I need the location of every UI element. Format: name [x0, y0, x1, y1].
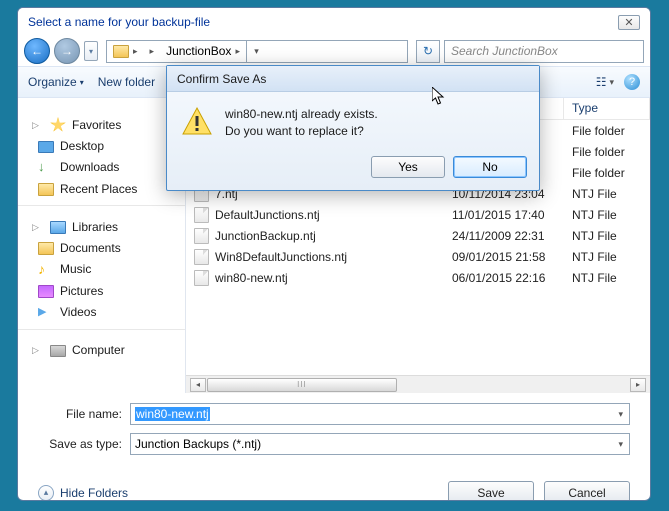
- sidebar-music[interactable]: Music: [18, 258, 185, 280]
- scroll-right-arrow[interactable]: ▸: [630, 378, 646, 392]
- file-date: 11/01/2015 17:40: [444, 208, 564, 222]
- col-type[interactable]: Type: [564, 98, 650, 119]
- music-icon: [38, 261, 54, 277]
- back-button[interactable]: ←: [24, 38, 50, 64]
- file-type: File folder: [564, 166, 650, 180]
- libraries-group[interactable]: ▷Libraries: [18, 216, 185, 237]
- close-button[interactable]: ✕: [618, 15, 640, 30]
- window-title: Select a name for your backup-file: [28, 15, 210, 29]
- organize-menu[interactable]: Organize▾: [28, 75, 84, 89]
- dialog-message: win80-new.ntj already exists. Do you wan…: [225, 106, 378, 140]
- file-name: JunctionBackup.ntj: [215, 229, 316, 243]
- yes-button[interactable]: Yes: [371, 156, 445, 178]
- sidebar-desktop[interactable]: Desktop: [18, 136, 185, 156]
- form-area: File name: win80-new.ntj Save as type: J…: [18, 393, 650, 471]
- documents-icon: [38, 242, 54, 255]
- horizontal-scrollbar[interactable]: ◂ III ▸: [186, 375, 650, 393]
- refresh-button[interactable]: ↻: [416, 40, 440, 63]
- star-icon: [50, 117, 66, 133]
- file-row[interactable]: JunctionBackup.ntj 24/11/2009 22:31NTJ Fi…: [186, 225, 650, 246]
- cancel-button[interactable]: Cancel: [544, 481, 630, 501]
- file-name: Win8DefaultJunctions.ntj: [215, 250, 347, 264]
- address-bar[interactable]: ▸ ▸ JunctionBox ▸ ▾: [106, 40, 408, 63]
- nav-bar: ← → ▾ ▸ ▸ JunctionBox ▸ ▾ ↻ Search Junct…: [18, 36, 650, 66]
- file-type: NTJ File: [564, 271, 650, 285]
- hide-folders-button[interactable]: ▴ Hide Folders: [38, 485, 128, 501]
- sidebar-pictures[interactable]: Pictures: [18, 280, 185, 301]
- confirm-dialog: Confirm Save As win80-new.ntj already ex…: [166, 65, 540, 191]
- file-type: NTJ File: [564, 208, 650, 222]
- search-input[interactable]: Search JunctionBox: [444, 40, 644, 63]
- type-select[interactable]: Junction Backups (*.ntj): [130, 433, 630, 455]
- nav-history-chevron[interactable]: ▾: [84, 41, 98, 61]
- favorites-group[interactable]: ▷Favorites: [18, 114, 185, 136]
- filename-input[interactable]: win80-new.ntj: [130, 403, 630, 425]
- sidebar-downloads[interactable]: Downloads: [18, 156, 185, 178]
- folder-icon: [113, 45, 129, 58]
- filename-label: File name:: [38, 407, 130, 421]
- file-row[interactable]: DefaultJunctions.ntj 11/01/2015 17:40NTJ …: [186, 204, 650, 225]
- file-date: 09/01/2015 21:58: [444, 250, 564, 264]
- warning-icon: [181, 106, 213, 138]
- file-row[interactable]: win80-new.ntj 06/01/2015 22:16NTJ File: [186, 267, 650, 288]
- no-button[interactable]: No: [453, 156, 527, 178]
- file-date: 06/01/2015 22:16: [444, 271, 564, 285]
- address-dropdown[interactable]: ▾: [246, 41, 266, 62]
- library-icon: [50, 221, 66, 234]
- sidebar-videos[interactable]: Videos: [18, 301, 185, 323]
- computer-icon: [50, 345, 66, 357]
- file-type: File folder: [564, 145, 650, 159]
- pictures-icon: [38, 285, 54, 298]
- breadcrumb-item[interactable]: JunctionBox: [166, 44, 231, 58]
- help-icon[interactable]: ?: [624, 74, 640, 90]
- file-icon: [194, 270, 209, 286]
- file-type: File folder: [564, 124, 650, 138]
- save-button[interactable]: Save: [448, 481, 534, 501]
- collapse-icon: ▴: [38, 485, 54, 501]
- file-type: NTJ File: [564, 187, 650, 201]
- sidebar-documents[interactable]: Documents: [18, 237, 185, 258]
- folder-icon: [38, 183, 54, 196]
- file-icon: [194, 207, 209, 223]
- nav-pane: ▷Favorites Desktop Downloads Recent Plac…: [18, 98, 186, 393]
- action-bar: ▴ Hide Folders Save Cancel: [18, 471, 650, 501]
- download-icon: [38, 159, 54, 175]
- videos-icon: [38, 304, 54, 320]
- view-options-button[interactable]: ☷ ▾: [596, 75, 614, 89]
- forward-button[interactable]: →: [54, 38, 80, 64]
- dialog-title: Confirm Save As: [167, 66, 539, 92]
- new-folder-button[interactable]: New folder: [98, 75, 155, 89]
- file-name: win80-new.ntj: [215, 271, 288, 285]
- file-name: DefaultJunctions.ntj: [215, 208, 320, 222]
- file-date: 24/11/2009 22:31: [444, 229, 564, 243]
- file-type: NTJ File: [564, 229, 650, 243]
- desktop-icon: [38, 141, 54, 153]
- titlebar: Select a name for your backup-file ✕: [18, 8, 650, 36]
- type-label: Save as type:: [38, 437, 130, 451]
- sidebar-recent[interactable]: Recent Places: [18, 178, 185, 199]
- file-icon: [194, 249, 209, 265]
- computer-group[interactable]: ▷Computer: [18, 340, 185, 360]
- file-type: NTJ File: [564, 250, 650, 264]
- file-icon: [194, 228, 209, 244]
- file-row[interactable]: Win8DefaultJunctions.ntj 09/01/2015 21:58…: [186, 246, 650, 267]
- scroll-left-arrow[interactable]: ◂: [190, 378, 206, 392]
- scroll-thumb[interactable]: III: [207, 378, 397, 392]
